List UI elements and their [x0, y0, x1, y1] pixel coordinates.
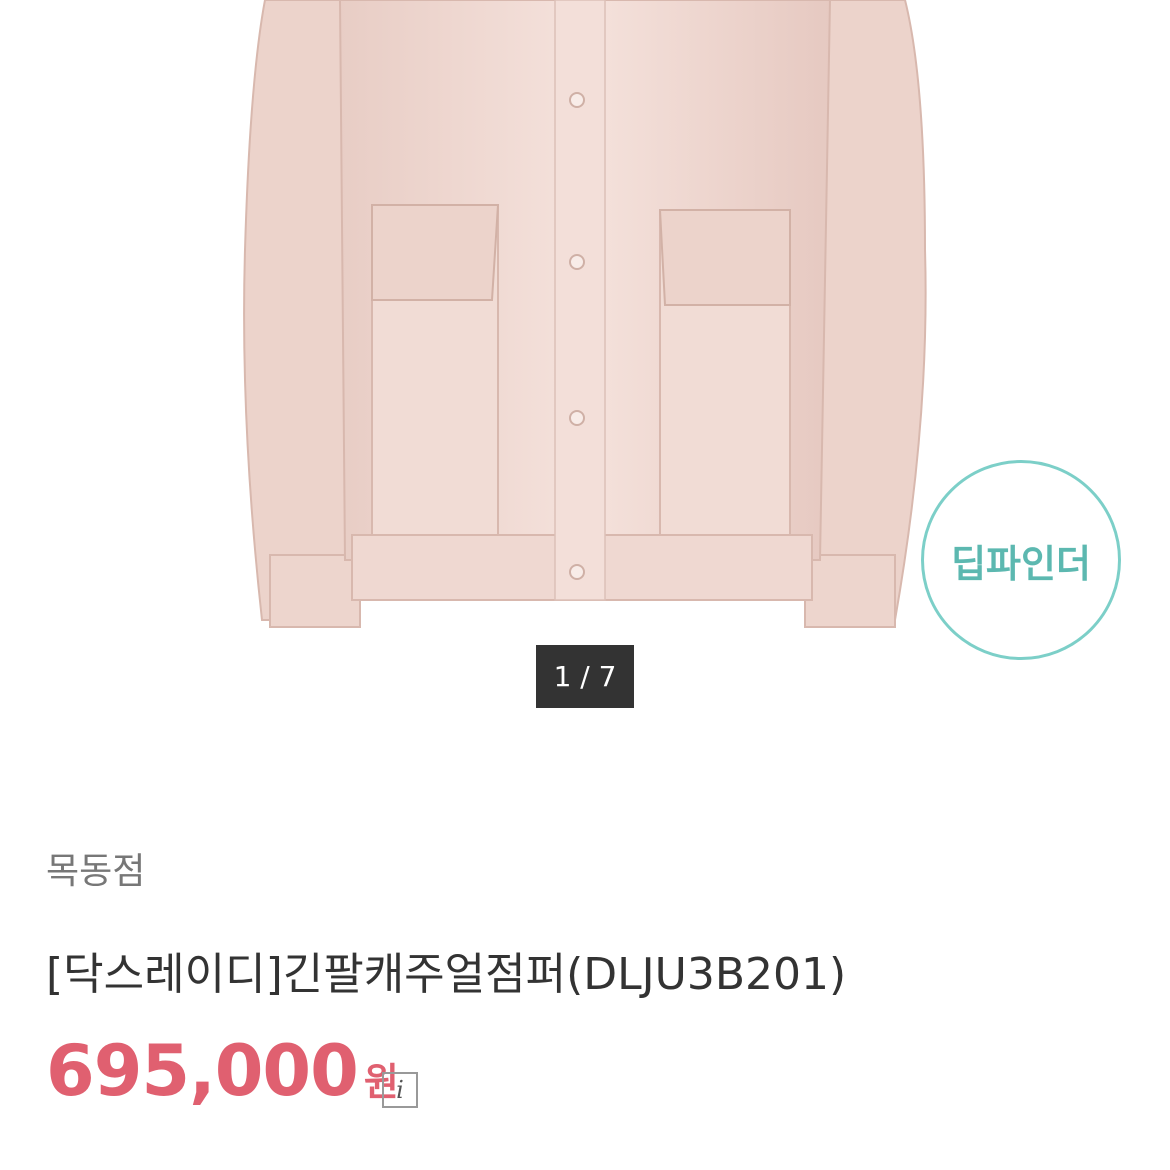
price-amount: 695,000 [46, 1030, 359, 1112]
price-row: 695,000 원 [46, 1030, 399, 1112]
product-title: [닥스레이디]긴팔캐주얼점퍼(DLJU3B201) [46, 949, 847, 1000]
info-icon[interactable]: i [382, 1072, 418, 1108]
info-icon-glyph: i [396, 1076, 404, 1104]
page-indicator-text: 1 / 7 [553, 660, 617, 693]
image-page-indicator: 1 / 7 [536, 645, 634, 708]
store-name: 목동점 [46, 851, 146, 892]
brand-badge: 딥파인더 [921, 460, 1121, 660]
brand-badge-label: 딥파인더 [951, 541, 1091, 586]
